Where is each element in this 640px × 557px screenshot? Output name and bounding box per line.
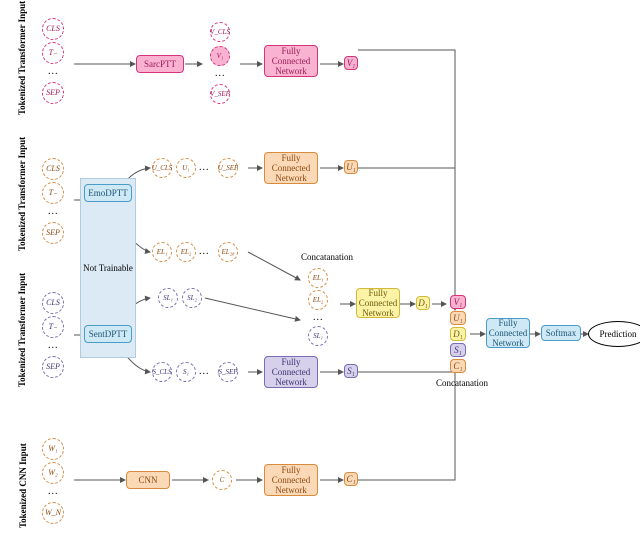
sent-out-s1: S₁ bbox=[344, 364, 358, 378]
sent-input-label: Tokenized Transformer Input bbox=[17, 287, 27, 387]
emo-el1: EL₁ bbox=[152, 242, 172, 262]
sarc-seq-vsep: V_SEP bbox=[210, 84, 230, 104]
cnn-block: CNN bbox=[126, 471, 170, 489]
emo-u-sep: U_SEP bbox=[218, 158, 238, 178]
sarc-token-sep: SEP bbox=[42, 82, 64, 104]
softmax-block: Softmax bbox=[541, 325, 581, 341]
cnn-w2: W₂ bbox=[42, 462, 64, 484]
sarcptt-block: SarcPTT bbox=[136, 55, 184, 73]
emo-el28: EL₂₈ bbox=[218, 242, 238, 262]
sarc-input-label: Tokenized Transformer Input bbox=[17, 15, 27, 115]
sent-s-sep: S_SEP bbox=[218, 362, 238, 382]
sarc-token-t: T₋ bbox=[42, 42, 64, 64]
sent-s-dots: ... bbox=[199, 366, 210, 377]
cnn-c: C bbox=[212, 470, 232, 490]
sarc-seq-v1: V₁ bbox=[210, 46, 230, 66]
architecture-diagram: Tokenized Transformer Input CLS T₋ ... S… bbox=[0, 0, 640, 557]
emo-out-u1: U₁ bbox=[344, 160, 358, 174]
concat-dots: ... bbox=[313, 312, 324, 323]
sentdptt-block: SentDPTT bbox=[84, 325, 132, 343]
sarc-seq-dots: ... bbox=[215, 68, 226, 79]
cnn-wn: W_N bbox=[42, 502, 64, 524]
emo-u-cls: U_CLS bbox=[152, 158, 172, 178]
sent-sl2: SL₂ bbox=[182, 288, 202, 308]
emo-token-cls: CLS bbox=[42, 158, 64, 180]
sarc-fcn: Fully Connected Network bbox=[264, 45, 318, 77]
sent-token-dots: ... bbox=[48, 340, 59, 351]
final-fcn: Fully Connected Network bbox=[486, 318, 530, 348]
emo-token-sep: SEP bbox=[42, 222, 64, 244]
sarc-out-v1: V₁ bbox=[344, 56, 358, 70]
cnn-w1: W₁ bbox=[42, 438, 64, 460]
emo-u-dots: ... bbox=[199, 162, 210, 173]
sent-s-cls: S_CLS bbox=[152, 362, 172, 382]
concat-mid-label: Concatanation bbox=[292, 252, 362, 262]
sent-s1: S₁ bbox=[176, 362, 196, 382]
sent-token-t: T₋ bbox=[42, 316, 64, 338]
final-concat-label: Concatanation bbox=[432, 378, 492, 388]
prediction-label: Prediction bbox=[600, 329, 637, 339]
final-c1: C₁ bbox=[450, 359, 466, 373]
final-u1: U₁ bbox=[450, 311, 466, 325]
final-v1: V₁ bbox=[450, 295, 466, 309]
final-s1: S₁ bbox=[450, 343, 466, 357]
concat-out-d1: D₁ bbox=[416, 296, 430, 310]
sarc-seq-vcls: V_CLS bbox=[210, 22, 230, 42]
emo-el2: EL₂ bbox=[176, 242, 196, 262]
emo-token-t: T₋ bbox=[42, 182, 64, 204]
sent-token-cls: CLS bbox=[42, 292, 64, 314]
emo-fcn-top: Fully Connected Network bbox=[264, 152, 318, 184]
emo-u1: U₁ bbox=[176, 158, 196, 178]
concat-el2: EL₂ bbox=[308, 290, 328, 310]
prediction-node: Prediction bbox=[588, 321, 640, 347]
concat-sl1: SL₁ bbox=[308, 326, 328, 346]
cnn-input-label: Tokenized CNN Input bbox=[18, 438, 28, 528]
emodptt-block: EmoDPTT bbox=[84, 184, 132, 202]
sent-sl1: SL₁ bbox=[158, 288, 178, 308]
emo-el-dots: ... bbox=[199, 246, 210, 257]
sent-fcn-bot: Fully Connected Network bbox=[264, 356, 318, 388]
sent-token-sep: SEP bbox=[42, 356, 64, 378]
cnn-w-dots: ... bbox=[48, 486, 59, 497]
not-trainable-label: Not Trainable bbox=[80, 263, 136, 273]
sarc-token-cls: CLS bbox=[42, 18, 64, 40]
cnn-out-c1: C₁ bbox=[344, 472, 358, 486]
final-d1: D₁ bbox=[450, 327, 466, 341]
emo-input-label: Tokenized Transformer Input bbox=[17, 151, 27, 251]
concat-el1: EL₁ bbox=[308, 268, 328, 288]
emo-token-dots: ... bbox=[48, 206, 59, 217]
sarc-token-dots: ... bbox=[48, 66, 59, 77]
concat-fcn: Fully Connected Network bbox=[356, 288, 400, 318]
cnn-fcn: Fully Connected Network bbox=[264, 464, 318, 496]
